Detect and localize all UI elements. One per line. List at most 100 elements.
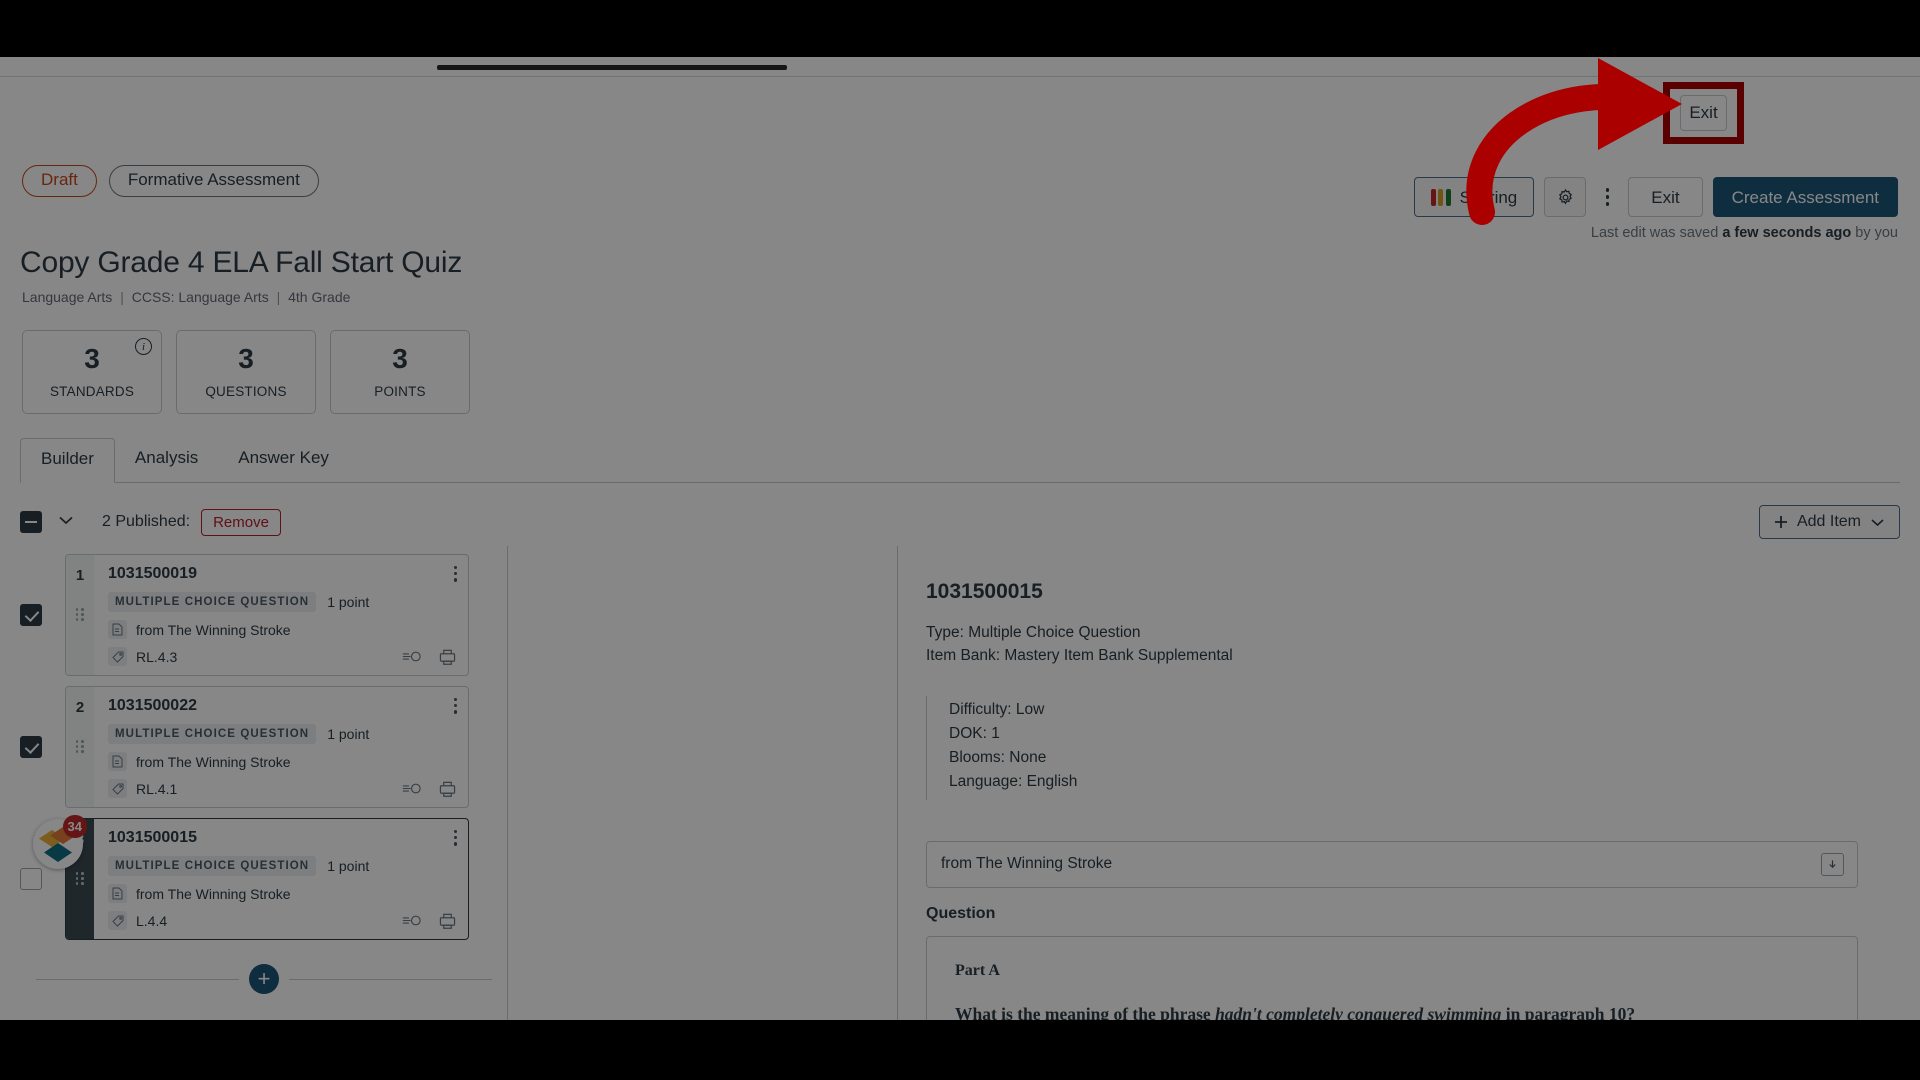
more-options-button[interactable] [1596, 177, 1618, 217]
detail-meta: Type: Multiple Choice Question Item Bank… [926, 622, 1858, 668]
select-all-checkbox[interactable] [20, 511, 42, 533]
stat-card-standards: i 3 STANDARDS [22, 330, 162, 414]
builder-tabs: Builder Analysis Answer Key [20, 437, 1900, 483]
item-menu-button[interactable] [453, 698, 457, 714]
scoring-button-label: Scoring [1459, 187, 1518, 207]
stimulus-panel[interactable]: from The Winning Stroke [926, 840, 1858, 888]
drag-handle-icon[interactable] [75, 608, 85, 621]
items-toolbar: 2 Published: Remove Add Item [20, 502, 1900, 542]
tag-icon [108, 911, 127, 930]
add-item-divider: + [36, 964, 492, 994]
exit-button-highlighted[interactable]: Exit [1680, 95, 1727, 131]
chevron-down-icon[interactable] [56, 513, 76, 532]
stat-label: STANDARDS [49, 384, 135, 399]
notification-count-badge: 34 [62, 815, 87, 838]
question-panel: Part A What is the meaning of the phrase… [926, 935, 1858, 1020]
item-stimulus-row: from The Winning Stroke [108, 620, 456, 639]
tab-builder[interactable]: Builder [20, 438, 115, 483]
detail-type: Type: Multiple Choice Question [926, 624, 1141, 641]
item-type-row: MULTIPLE CHOICE QUESTION 1 point [108, 724, 456, 744]
question-emphasis: hadn't completely conquered swimming [1215, 1003, 1502, 1020]
item-detail-pane: 1031500015 Type: Multiple Choice Questio… [898, 546, 1920, 1020]
detail-difficulty: Difficulty: Low [949, 700, 1045, 718]
item-stimulus-row: from The Winning Stroke [108, 752, 456, 771]
preview-icon[interactable] [402, 650, 421, 663]
page-title: Copy Grade 4 ELA Fall Start Quiz [20, 246, 463, 279]
detail-blooms: Blooms: None [949, 748, 1047, 766]
detail-dok: DOK: 1 [949, 724, 1000, 742]
question-post: in paragraph 10? [1501, 1003, 1636, 1020]
preview-icon[interactable] [402, 782, 421, 795]
plus-icon [1774, 516, 1787, 528]
mastery-support-widget[interactable]: 34 [33, 815, 87, 869]
status-badges: Draft Formative Assessment [22, 165, 319, 197]
item-body: 1031500019 MULTIPLE CHOICE QUESTION 1 po… [94, 555, 468, 675]
detail-language: Language: English [949, 772, 1078, 790]
item-id: 1031500019 [108, 565, 197, 582]
print-icon[interactable] [439, 781, 456, 797]
stat-label: QUESTIONS [205, 384, 287, 399]
remove-button[interactable]: Remove [201, 508, 281, 536]
browser-tab-strip [437, 65, 787, 70]
item-id: 1031500022 [108, 697, 197, 714]
settings-button[interactable] [1544, 177, 1587, 217]
item-type-row: MULTIPLE CHOICE QUESTION 1 point [108, 592, 456, 612]
document-icon [108, 884, 127, 903]
item-menu-button[interactable] [453, 566, 457, 582]
item-checkbox[interactable] [20, 604, 42, 626]
scoring-button[interactable]: Scoring [1413, 177, 1535, 217]
screenshot-root: Draft Formative Assessment Copy Grade 4 … [0, 0, 1920, 1080]
kebab-menu-icon [1605, 188, 1609, 192]
item-body: 1031500015 MULTIPLE CHOICE QUESTION 1 po… [94, 819, 468, 939]
item-checkbox[interactable] [20, 736, 42, 758]
create-assessment-button[interactable]: Create Assessment [1712, 177, 1898, 217]
item-card[interactable]: 1 1031500019 MULTIPLE CHOICE QUESTION 1 … [65, 554, 469, 676]
item-stimulus: from The Winning Stroke [136, 885, 291, 902]
item-menu-button[interactable] [453, 830, 457, 846]
item-checkbox[interactable] [20, 868, 42, 890]
question-pre: What is the meaning of the phrase [955, 1003, 1216, 1020]
assessment-header: Draft Formative Assessment Copy Grade 4 … [0, 77, 1920, 414]
add-item-button[interactable]: Add Item [1758, 505, 1900, 539]
item-card[interactable]: 3 1031500015 MULTIPLE CHOICE QUESTION 1 … [65, 818, 469, 940]
print-icon[interactable] [439, 649, 456, 665]
tab-answer-key[interactable]: Answer Key [218, 438, 349, 483]
item-standard-row: RL.4.3 [108, 647, 456, 666]
expand-down-icon[interactable] [1821, 852, 1844, 876]
stat-value: 3 [84, 343, 100, 374]
subtitle-standard-set: CCSS: Language Arts [131, 289, 269, 305]
drag-handle-icon[interactable] [75, 872, 85, 885]
stimulus-title: from The Winning Stroke [941, 855, 1113, 873]
subtitle-grade: 4th Grade [288, 289, 351, 305]
detail-item-bank: Item Bank: Mastery Item Bank Supplementa… [926, 646, 1233, 664]
item-stimulus: from The Winning Stroke [136, 621, 291, 638]
item-gutter: 1 [66, 555, 94, 675]
published-count-label: 2 Published: [102, 513, 191, 530]
exit-button[interactable]: Exit [1628, 177, 1703, 217]
print-icon[interactable] [439, 913, 456, 929]
divider-line-left [36, 978, 239, 980]
item-list-pane: 1 1031500019 MULTIPLE CHOICE QUESTION 1 … [0, 546, 508, 1020]
add-item-fab[interactable]: + [249, 964, 279, 994]
tab-analysis[interactable]: Analysis [115, 438, 218, 483]
tag-icon [108, 647, 127, 666]
page-surface: Draft Formative Assessment Copy Grade 4 … [0, 57, 1920, 1020]
item-type-badge: MULTIPLE CHOICE QUESTION [108, 856, 317, 876]
item-type-badge: MULTIPLE CHOICE QUESTION [108, 724, 317, 744]
item-actions [402, 913, 456, 929]
tag-icon [108, 779, 127, 798]
item-actions [402, 649, 456, 665]
saved-time: a few seconds ago [1722, 225, 1852, 241]
browser-chrome-bar [0, 57, 1920, 77]
item-standard: RL.4.3 [136, 648, 178, 665]
info-icon[interactable]: i [135, 338, 152, 355]
list-item: 2 1031500022 MULTIPLE CHOICE QUESTION 1 … [0, 686, 507, 808]
item-number: 1 [75, 567, 85, 584]
item-card[interactable]: 2 1031500022 MULTIPLE CHOICE QUESTION 1 … [65, 686, 469, 808]
preview-icon[interactable] [402, 914, 421, 927]
chevron-down-icon [1871, 519, 1884, 527]
drag-handle-icon[interactable] [75, 740, 85, 753]
question-section-label: Question [926, 904, 996, 922]
document-icon [108, 620, 127, 639]
item-points: 1 point [327, 594, 370, 610]
